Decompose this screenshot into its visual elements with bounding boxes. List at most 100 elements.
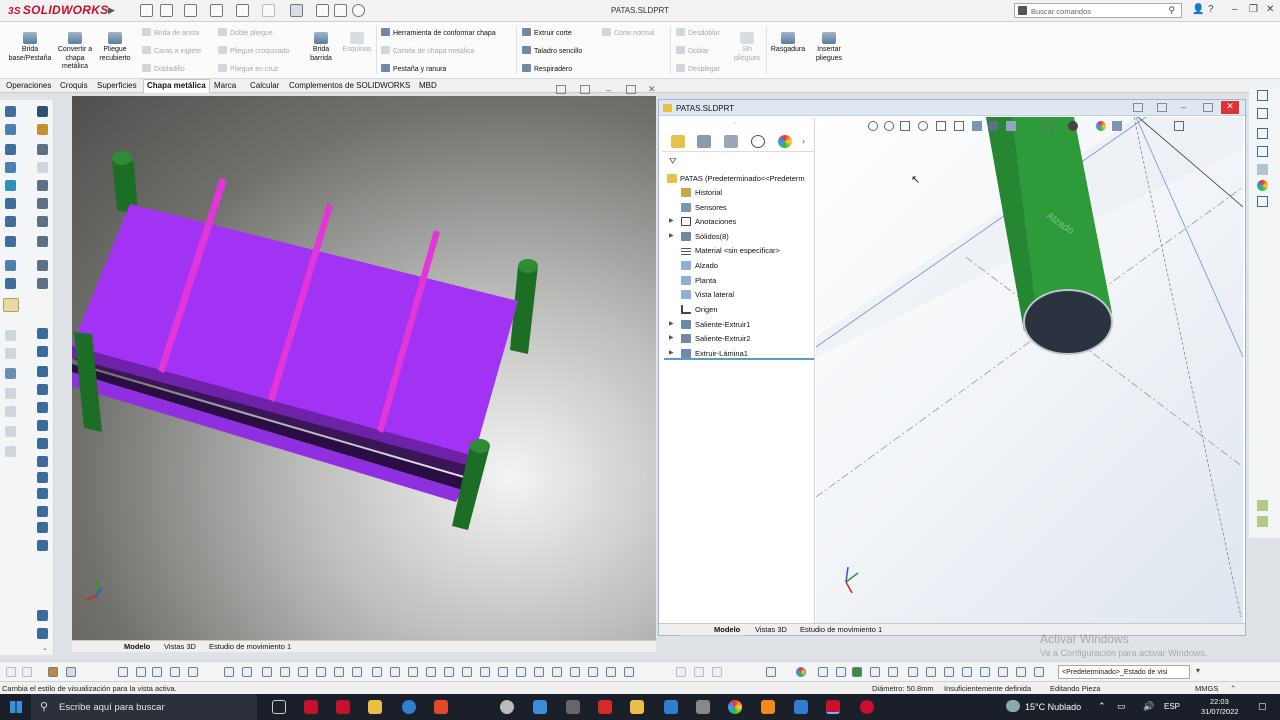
fillet-tool-icon[interactable] (5, 198, 16, 209)
tray-chevron-icon[interactable]: ⌃ (1098, 701, 1106, 712)
appearance-palette-icon[interactable] (1096, 121, 1106, 131)
window-restore-icon[interactable] (1203, 103, 1213, 112)
bed-3d-model[interactable] (72, 96, 656, 640)
appearance-icon[interactable] (796, 667, 806, 677)
lofted-bend-button[interactable]: Pliegue recubierto (96, 32, 134, 63)
window-minimize-icon[interactable]: – (1181, 102, 1186, 112)
display-style-icon[interactable] (3, 298, 19, 312)
design-library-icon[interactable] (1257, 108, 1268, 119)
view-tool-icon[interactable] (852, 667, 862, 677)
forming-tool-button[interactable]: Herramienta de conformar chapa (381, 28, 496, 37)
graphics-area-right[interactable]: Alzado ↖ (816, 117, 1243, 623)
disabled-tool-icon[interactable] (676, 667, 686, 677)
tab-and-slot-button[interactable]: Pestaña y ranura (381, 64, 446, 73)
weather-text[interactable]: 15°C Nublado (1025, 702, 1081, 712)
weldment-icon[interactable] (37, 456, 48, 467)
sheet-metal-icon[interactable] (37, 438, 48, 449)
view-tool-icon[interactable] (908, 667, 918, 677)
file-explorer-icon[interactable] (1257, 128, 1268, 139)
app-icon[interactable] (794, 700, 808, 714)
status-expand-icon[interactable]: ⌃ (1230, 684, 1236, 693)
quick-snaps-icon[interactable] (606, 667, 616, 677)
loft-tool-icon[interactable] (5, 180, 16, 191)
vent-button[interactable]: Respiradero (522, 64, 572, 73)
property-manager-tab-icon[interactable] (697, 135, 711, 148)
file-explorer-icon[interactable] (368, 700, 382, 714)
intersect-icon[interactable] (37, 366, 48, 377)
tab-modelo[interactable]: Modelo (124, 642, 150, 651)
solidworks-active-icon[interactable] (826, 700, 840, 714)
3d-sketch-icon[interactable] (37, 106, 48, 117)
expand-arrow-icon[interactable]: ▶ (669, 232, 674, 239)
extruded-cut-button[interactable]: Extruir corte (522, 28, 572, 37)
windows-start-icon[interactable] (10, 701, 22, 713)
previous-view-icon[interactable] (900, 121, 910, 131)
status-units[interactable]: MMGS (1195, 684, 1218, 693)
view-settings-icon[interactable] (1112, 121, 1122, 131)
view-tool-icon[interactable] (1034, 667, 1044, 677)
add-relation-icon[interactable] (242, 667, 252, 677)
filter-vertices-icon[interactable] (6, 667, 16, 677)
task-pane-tool-icon[interactable] (1257, 516, 1268, 527)
mirror-tool-icon[interactable] (5, 260, 16, 271)
knit-icon[interactable] (37, 522, 48, 533)
view-tool-icon[interactable] (1016, 667, 1026, 677)
chamfer-sketch-icon[interactable] (408, 667, 418, 677)
dynamic-annotation-icon[interactable] (954, 121, 964, 131)
solidworks-app-icon[interactable] (304, 700, 318, 714)
strip-expand-icon[interactable]: ⌄ (42, 644, 48, 652)
trim-icon[interactable] (262, 667, 272, 677)
weather-cloud-icon[interactable] (1006, 700, 1020, 712)
hole-wizard-icon[interactable] (37, 198, 48, 209)
viewport-minimize-icon[interactable]: – (606, 85, 611, 95)
sheet-metal-gusset-button[interactable]: Cartela de chapa metálica (381, 46, 474, 55)
office-app-icon[interactable] (434, 700, 448, 714)
folder-icon[interactable] (630, 700, 644, 714)
volume-icon[interactable]: 🔊 (1143, 701, 1154, 712)
smart-dimension-icon[interactable] (224, 667, 234, 677)
disabled-tool-icon[interactable] (712, 667, 722, 677)
edit-appearance-icon[interactable] (1044, 121, 1054, 131)
viewport-restore-icon[interactable] (626, 85, 636, 94)
rip-button[interactable]: Rasgadura (768, 32, 808, 55)
extrude-tool-icon[interactable] (5, 124, 16, 135)
tab-vistas-3d[interactable]: Vistas 3D (164, 642, 196, 651)
split-icon[interactable] (37, 278, 48, 289)
simple-hole-button[interactable]: Taladro sencillo (522, 46, 582, 55)
dome-icon[interactable] (37, 236, 48, 247)
tab-mbd[interactable]: MBD (419, 81, 437, 90)
tile-icon[interactable] (556, 85, 566, 94)
wrap-icon[interactable] (37, 216, 48, 227)
tabs-more-icon[interactable]: › (802, 136, 805, 146)
tab-croquis[interactable]: Croquis (60, 81, 88, 90)
store-icon[interactable] (533, 700, 547, 714)
pattern-tool-icon[interactable] (5, 236, 16, 247)
tile-icon[interactable] (1157, 103, 1167, 112)
tab-vistas-3d[interactable]: Vistas 3D (755, 625, 787, 634)
pdf-app-icon[interactable] (598, 700, 612, 714)
cut-icon[interactable] (37, 144, 48, 155)
convert-sheet-metal-button[interactable]: Convertir a chapa metálica (56, 32, 94, 72)
polygon-icon[interactable] (444, 667, 454, 677)
tab-estudio-movimiento[interactable]: Estudio de movimiento 1 (800, 625, 882, 634)
base-flange-button[interactable]: Brida base/Pestaña (6, 32, 54, 63)
view-palette-icon[interactable] (1257, 146, 1268, 157)
notifications-icon[interactable]: ▢ (1258, 701, 1267, 712)
view-orientation-icon[interactable] (37, 610, 48, 621)
expand-arrow-icon[interactable]: ▶ (669, 217, 674, 224)
appearance-icon[interactable] (5, 446, 16, 457)
construction-geometry-icon[interactable] (372, 667, 382, 677)
offset-surface-icon[interactable] (37, 540, 48, 551)
clock-time[interactable]: 22:03 (1210, 697, 1229, 706)
cross-break-button[interactable]: Pliegue en cruz (218, 64, 278, 73)
reference-geometry-icon[interactable] (5, 330, 16, 341)
solidworks-forum-icon[interactable] (1257, 196, 1268, 207)
view-tool-icon[interactable] (888, 667, 898, 677)
user-icon[interactable]: 👤 (1192, 4, 1204, 15)
draft-icon[interactable] (37, 180, 48, 191)
shell-tool-icon[interactable] (5, 278, 16, 289)
app-icon[interactable] (566, 700, 580, 714)
selection-filter-icon[interactable] (48, 667, 58, 677)
chrome-browser-icon[interactable] (728, 700, 742, 714)
view-orientation-icon[interactable] (972, 121, 982, 131)
